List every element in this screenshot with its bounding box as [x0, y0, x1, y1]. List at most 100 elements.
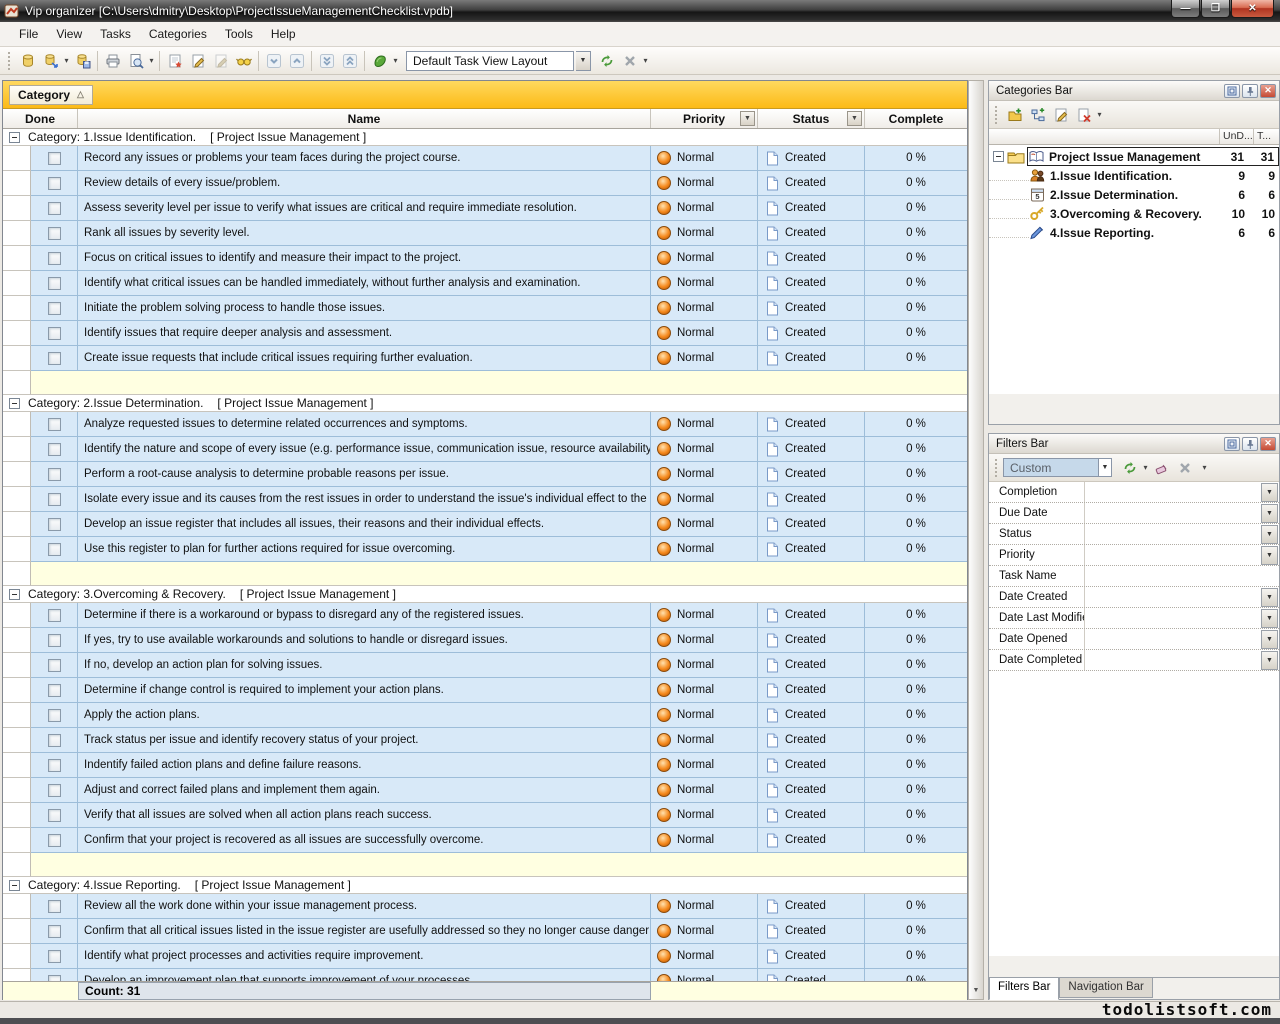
task-name-cell[interactable]: Isolate every issue and its causes from … — [78, 487, 651, 512]
total-column-header[interactable]: T... — [1253, 129, 1279, 144]
task-name-cell[interactable]: Develop an issue register that includes … — [78, 512, 651, 537]
task-checkbox[interactable] — [48, 493, 61, 506]
priority-cell[interactable]: Normal — [651, 653, 758, 678]
status-cell[interactable]: Created — [758, 196, 865, 221]
task-checkbox[interactable] — [48, 709, 61, 722]
move-up-button[interactable] — [285, 50, 308, 72]
edit-category-button[interactable] — [1049, 104, 1072, 126]
status-cell[interactable]: Created — [758, 221, 865, 246]
task-row[interactable]: Isolate every issue and its causes from … — [3, 487, 967, 512]
task-row[interactable]: Adjust and correct failed plans and impl… — [3, 778, 967, 803]
task-checkbox[interactable] — [48, 518, 61, 531]
move-bottom-button[interactable] — [315, 50, 338, 72]
task-name-cell[interactable]: Determine if change control is required … — [78, 678, 651, 703]
dropdown-caret-icon[interactable]: ▾ — [641, 56, 650, 65]
status-cell[interactable]: Created — [758, 753, 865, 778]
task-checkbox[interactable] — [48, 900, 61, 913]
status-cell[interactable]: Created — [758, 246, 865, 271]
tree-item-body[interactable]: 52.Issue Determination.66 — [1029, 185, 1279, 204]
priority-cell[interactable]: Normal — [651, 894, 758, 919]
task-row[interactable]: Identify the nature and scope of every i… — [3, 437, 967, 462]
move-top-button[interactable] — [338, 50, 361, 72]
priority-cell[interactable]: Normal — [651, 462, 758, 487]
new-database-button[interactable] — [16, 50, 39, 72]
priority-cell[interactable]: Normal — [651, 512, 758, 537]
task-checkbox[interactable] — [48, 418, 61, 431]
priority-cell[interactable]: Normal — [651, 171, 758, 196]
task-name-cell[interactable]: Identify what project processes and acti… — [78, 944, 651, 969]
task-checkbox[interactable] — [48, 443, 61, 456]
category-group-header[interactable]: Category: 4.Issue Reporting.[ Project Is… — [3, 877, 967, 894]
task-name-cell[interactable]: Perform a root-cause analysis to determi… — [78, 462, 651, 487]
task-checkbox[interactable] — [48, 925, 61, 938]
task-row[interactable]: Track status per issue and identify reco… — [3, 728, 967, 753]
dropdown-caret-icon[interactable]: ▾ — [391, 56, 400, 65]
priority-cell[interactable]: Normal — [651, 919, 758, 944]
status-cell[interactable]: Created — [758, 171, 865, 196]
open-database-button[interactable] — [39, 50, 62, 72]
status-cell[interactable]: Created — [758, 412, 865, 437]
filter-dropdown-button[interactable]: ▼ — [1261, 504, 1278, 523]
task-name-cell[interactable]: Review details of every issue/problem. — [78, 171, 651, 196]
menu-item-help[interactable]: Help — [262, 24, 305, 44]
task-row[interactable]: Develop an issue register that includes … — [3, 512, 967, 537]
tree-item[interactable]: 3.Overcoming & Recovery.1010 — [989, 204, 1279, 223]
dropdown-caret-icon[interactable]: ▾ — [62, 56, 71, 65]
status-cell[interactable]: Created — [758, 778, 865, 803]
panel-splitter[interactable] — [988, 425, 1280, 433]
task-row[interactable]: Determine if there is a workaround or by… — [3, 603, 967, 628]
task-checkbox[interactable] — [48, 152, 61, 165]
task-checkbox[interactable] — [48, 277, 61, 290]
task-row[interactable]: If no, develop an action plan for solvin… — [3, 653, 967, 678]
print-button[interactable] — [101, 50, 124, 72]
column-header-status[interactable]: Status ▼ — [758, 109, 865, 128]
task-checkbox[interactable] — [48, 543, 61, 556]
task-checkbox[interactable] — [48, 950, 61, 963]
collapse-icon[interactable] — [9, 398, 20, 409]
priority-cell[interactable]: Normal — [651, 196, 758, 221]
tree-item[interactable]: 52.Issue Determination.66 — [989, 185, 1279, 204]
task-checkbox[interactable] — [48, 759, 61, 772]
clear-filter-button[interactable] — [1173, 457, 1196, 479]
task-name-cell[interactable]: Analyze requested issues to determine re… — [78, 412, 651, 437]
priority-cell[interactable]: Normal — [651, 828, 758, 853]
status-cell[interactable]: Created — [758, 894, 865, 919]
task-name-cell[interactable]: Adjust and correct failed plans and impl… — [78, 778, 651, 803]
filter-dropdown-button[interactable]: ▼ — [1261, 588, 1278, 607]
priority-cell[interactable]: Normal — [651, 778, 758, 803]
task-name-cell[interactable]: Focus on critical issues to identify and… — [78, 246, 651, 271]
apply-filter-button[interactable] — [1118, 457, 1141, 479]
task-row[interactable]: Assess severity level per issue to verif… — [3, 196, 967, 221]
task-checkbox[interactable] — [48, 327, 61, 340]
status-cell[interactable]: Created — [758, 678, 865, 703]
task-row[interactable]: Analyze requested issues to determine re… — [3, 412, 967, 437]
priority-cell[interactable]: Normal — [651, 753, 758, 778]
tree-item[interactable]: Project Issue Management3131 — [989, 147, 1279, 166]
filter-dropdown-button[interactable]: ▼ — [1261, 651, 1278, 670]
dropdown-caret-icon[interactable]: ▾ — [1200, 463, 1209, 472]
menu-item-categories[interactable]: Categories — [140, 24, 216, 44]
status-cell[interactable]: Created — [758, 296, 865, 321]
priority-cell[interactable]: Normal — [651, 346, 758, 371]
filters-minimize-icon[interactable] — [1224, 437, 1240, 451]
column-header-complete[interactable]: Complete — [865, 109, 967, 128]
status-cell[interactable]: Created — [758, 146, 865, 171]
task-checkbox[interactable] — [48, 784, 61, 797]
view-task-button[interactable] — [232, 50, 255, 72]
task-name-cell[interactable]: Identify the nature and scope of every i… — [78, 437, 651, 462]
task-name-cell[interactable]: Record any issues or problems your team … — [78, 146, 651, 171]
task-name-cell[interactable]: Review all the work done within your iss… — [78, 894, 651, 919]
priority-cell[interactable]: Normal — [651, 296, 758, 321]
status-cell[interactable]: Created — [758, 728, 865, 753]
tab-filters-bar[interactable]: Filters Bar — [989, 978, 1059, 1000]
task-name-cell[interactable]: Create issue requests that include criti… — [78, 346, 651, 371]
filter-dropdown-button[interactable]: ▼ — [1261, 630, 1278, 649]
priority-cell[interactable]: Normal — [651, 246, 758, 271]
menu-item-file[interactable]: File — [10, 24, 47, 44]
task-row[interactable]: Determine if change control is required … — [3, 678, 967, 703]
status-cell[interactable]: Created — [758, 944, 865, 969]
tree-item[interactable]: 1.Issue Identification.99 — [989, 166, 1279, 185]
task-checkbox[interactable] — [48, 734, 61, 747]
filters-close-icon[interactable]: ✕ — [1260, 437, 1276, 451]
status-cell[interactable]: Created — [758, 653, 865, 678]
